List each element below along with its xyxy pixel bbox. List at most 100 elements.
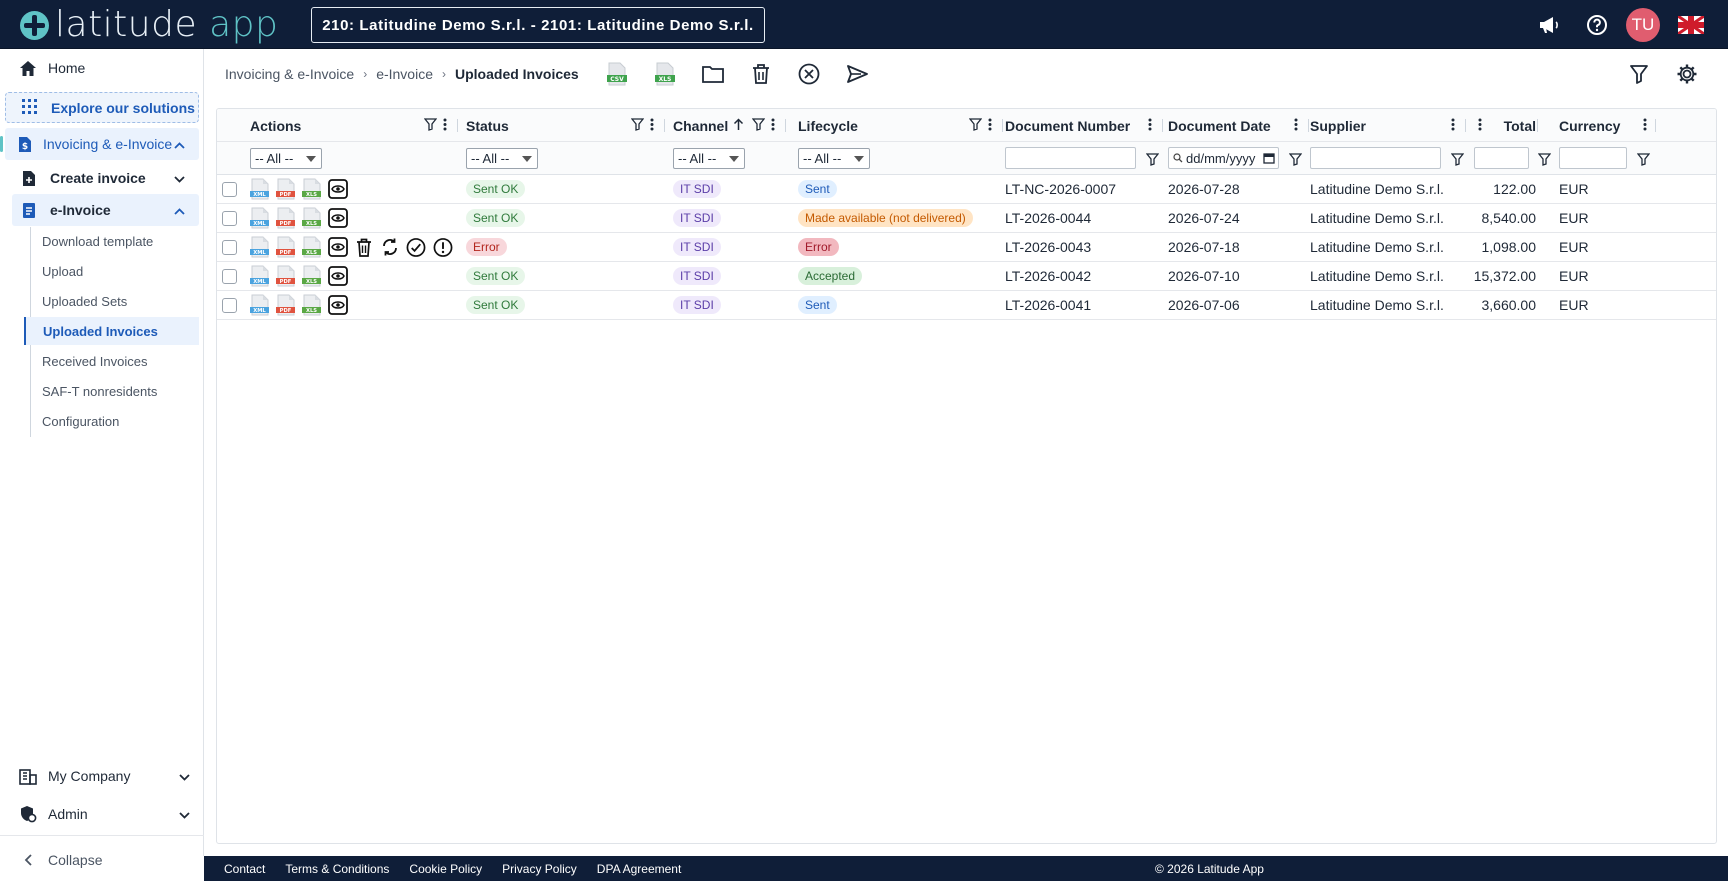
uk-flag-icon[interactable] — [1678, 15, 1704, 34]
user-avatar[interactable]: TU — [1626, 7, 1660, 42]
sort-ascending-icon[interactable] — [733, 118, 744, 136]
error-details-icon[interactable] — [433, 237, 453, 257]
document-number-filter-input[interactable] — [1005, 147, 1136, 169]
filter-icon[interactable] — [751, 118, 766, 136]
footer-link-terms[interactable]: Terms & Conditions — [285, 862, 389, 876]
sidebar-collapse-button[interactable]: Collapse — [0, 843, 204, 877]
column-menu-icon[interactable] — [1451, 118, 1455, 136]
view-eye-icon[interactable] — [328, 266, 348, 286]
xls-export-icon[interactable]: XLS — [652, 61, 678, 87]
sidebar-item-uploaded-sets[interactable]: Uploaded Sets — [31, 287, 199, 315]
sidebar-item-received-invoices[interactable]: Received Invoices — [31, 347, 199, 375]
row-checkbox[interactable] — [222, 298, 237, 313]
sidebar-item-configuration[interactable]: Configuration — [31, 407, 199, 435]
view-eye-icon[interactable] — [328, 237, 348, 257]
settings-gear-icon[interactable] — [1674, 61, 1700, 87]
view-eye-icon[interactable] — [328, 179, 348, 199]
pdf-file-icon[interactable]: PDF — [276, 178, 296, 200]
csv-export-icon[interactable]: CSV — [604, 61, 630, 87]
sidebar-item-saft-nonresidents[interactable]: SAF-T nonresidents — [31, 377, 199, 405]
footer-link-contact[interactable]: Contact — [224, 862, 265, 876]
pdf-file-icon[interactable]: PDF — [276, 236, 296, 258]
breadcrumb-invoicing[interactable]: Invoicing & e-Invoice — [225, 66, 354, 82]
footer-link-dpa-agreement[interactable]: DPA Agreement — [597, 862, 682, 876]
pdf-file-icon[interactable]: PDF — [276, 265, 296, 287]
megaphone-icon[interactable] — [1536, 12, 1562, 38]
column-menu-icon[interactable] — [1478, 118, 1482, 136]
filter-icon[interactable] — [1537, 152, 1551, 166]
calendar-icon[interactable] — [1263, 152, 1275, 164]
column-menu-icon[interactable] — [1148, 118, 1152, 136]
approve-check-icon[interactable] — [406, 237, 426, 257]
total-filter-input[interactable] — [1474, 147, 1529, 169]
xls-file-icon[interactable]: XLS — [302, 236, 322, 258]
filter-icon[interactable] — [1145, 152, 1159, 166]
row-checkbox[interactable] — [222, 269, 237, 284]
sidebar-item-invoicing[interactable]: $ Invoicing & e-Invoice — [0, 128, 199, 160]
col-header-channel[interactable]: Channel — [673, 109, 728, 142]
view-eye-icon[interactable] — [328, 208, 348, 228]
col-header-currency[interactable]: Currency — [1559, 109, 1620, 142]
row-checkbox[interactable] — [222, 182, 237, 197]
lifecycle-filter-select[interactable]: -- All -- — [798, 148, 870, 169]
xml-file-icon[interactable]: XML — [250, 294, 270, 316]
row-checkbox[interactable] — [222, 240, 237, 255]
xls-file-icon[interactable]: XLS — [302, 294, 322, 316]
app-logo[interactable]: latitude app — [20, 6, 278, 44]
column-menu-icon[interactable] — [650, 118, 654, 136]
xls-file-icon[interactable]: XLS — [302, 207, 322, 229]
help-icon[interactable] — [1584, 12, 1610, 38]
channel-filter-select[interactable]: -- All -- — [673, 148, 745, 169]
status-filter-select[interactable]: -- All -- — [466, 148, 538, 169]
supplier-filter-input[interactable] — [1310, 147, 1441, 169]
pdf-file-icon[interactable]: PDF — [276, 294, 296, 316]
sidebar-item-create-invoice[interactable]: Create invoice — [12, 162, 199, 194]
xml-file-icon[interactable]: XML — [250, 207, 270, 229]
view-eye-icon[interactable] — [328, 295, 348, 315]
pdf-file-icon[interactable]: PDF — [276, 207, 296, 229]
folder-icon[interactable] — [700, 61, 726, 87]
col-header-lifecycle[interactable]: Lifecycle — [798, 109, 858, 142]
col-header-document-date[interactable]: Document Date — [1168, 109, 1271, 142]
cancel-circle-icon[interactable] — [796, 61, 822, 87]
resend-sync-icon[interactable] — [380, 237, 400, 257]
filter-icon[interactable] — [423, 118, 438, 136]
trash-icon[interactable] — [748, 61, 774, 87]
row-checkbox[interactable] — [222, 211, 237, 226]
xls-file-icon[interactable]: XLS — [302, 265, 322, 287]
col-header-document-number[interactable]: Document Number — [1005, 109, 1130, 142]
col-header-status[interactable]: Status — [466, 109, 509, 142]
sidebar-item-download-template[interactable]: Download template — [31, 227, 199, 255]
column-menu-icon[interactable] — [1294, 118, 1298, 136]
filter-icon[interactable] — [968, 118, 983, 136]
column-menu-icon[interactable] — [771, 118, 775, 136]
xml-file-icon[interactable]: XML — [250, 265, 270, 287]
table-row[interactable]: XML PDF XLS Sent OK IT SDI Accepted LT-2026-00… — [217, 262, 1716, 291]
xml-file-icon[interactable]: XML — [250, 178, 270, 200]
sidebar-item-home[interactable]: Home — [0, 51, 204, 85]
col-header-supplier[interactable]: Supplier — [1310, 109, 1366, 142]
column-menu-icon[interactable] — [443, 118, 447, 136]
filter-icon[interactable] — [1288, 152, 1302, 166]
sidebar-item-admin[interactable]: Admin — [0, 797, 204, 831]
xml-file-icon[interactable]: XML — [250, 236, 270, 258]
filter-icon[interactable] — [630, 118, 645, 136]
column-menu-icon[interactable] — [1643, 118, 1647, 136]
explore-solutions-button[interactable]: Explore our solutions — [5, 92, 199, 123]
table-row[interactable]: XML PDF XLS Error IT SDI Error LT-2026-0043 202… — [217, 233, 1716, 262]
actions-filter-select[interactable]: -- All -- — [250, 148, 322, 169]
col-header-actions[interactable]: Actions — [250, 109, 301, 142]
filter-icon[interactable] — [1626, 61, 1652, 87]
filter-icon[interactable] — [1636, 152, 1650, 166]
xls-file-icon[interactable]: XLS — [302, 178, 322, 200]
sidebar-item-uploaded-invoices[interactable]: Uploaded Invoices — [24, 317, 199, 345]
sidebar-item-einvoice[interactable]: e-Invoice — [12, 194, 199, 226]
footer-link-cookie-policy[interactable]: Cookie Policy — [409, 862, 482, 876]
breadcrumb-einvoice[interactable]: e-Invoice — [376, 66, 433, 82]
table-row[interactable]: XML PDF XLS Sent OK IT SDI Sent LT-2026-0041 20… — [217, 291, 1716, 320]
sidebar-item-my-company[interactable]: My Company — [0, 759, 204, 793]
table-row[interactable]: XML PDF XLS Sent OK IT SDI Made available (no… — [217, 204, 1716, 233]
col-header-total[interactable]: Total — [1488, 109, 1536, 142]
delete-trash-icon[interactable] — [354, 237, 374, 257]
currency-filter-input[interactable] — [1559, 147, 1627, 169]
